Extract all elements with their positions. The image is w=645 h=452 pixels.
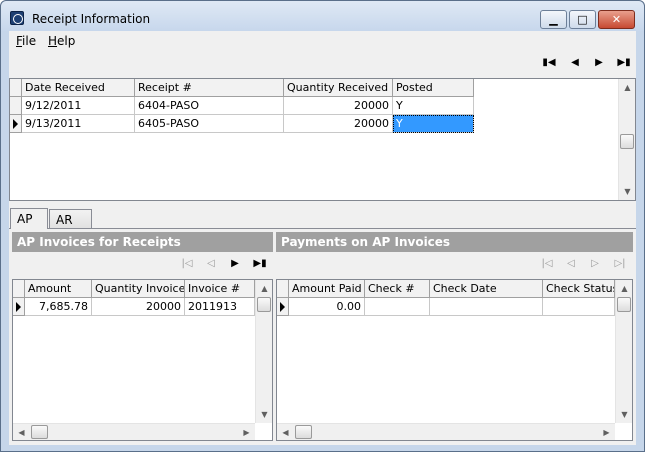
minimize-icon: ▁ — [549, 13, 558, 26]
previous-record-icon[interactable]: ◁ — [563, 256, 579, 272]
next-record-icon[interactable]: ▶ — [591, 55, 607, 71]
payments-panel-header: Payments on AP Invoices — [276, 232, 633, 252]
header-corner — [277, 280, 289, 298]
ap-vertical-scrollbar[interactable]: ▲ ▼ — [255, 280, 272, 423]
receipts-vertical-scrollbar[interactable]: ▲ ▼ — [618, 79, 635, 200]
row-header[interactable] — [10, 97, 22, 115]
current-row-header[interactable] — [277, 298, 289, 316]
table-cell[interactable] — [365, 298, 430, 316]
table-cell[interactable]: 20000 — [284, 97, 393, 115]
ap-horizontal-scrollbar[interactable]: ◀ ▶ — [13, 423, 255, 440]
row-pointer-icon — [16, 302, 21, 312]
scroll-up-icon[interactable]: ▲ — [616, 280, 633, 297]
table-cell[interactable] — [543, 298, 615, 316]
table-cell[interactable]: 20000 — [92, 298, 185, 316]
table-cell[interactable]: 9/13/2011 — [22, 115, 135, 133]
column-header[interactable]: Check Status — [543, 280, 615, 298]
table-cell[interactable]: Y — [393, 97, 474, 115]
scroll-thumb[interactable] — [620, 134, 634, 149]
menu-help[interactable]: Help — [48, 34, 75, 48]
scroll-thumb[interactable] — [617, 297, 631, 312]
receipts-grid[interactable]: Date Received Receipt # Quantity Receive… — [9, 78, 636, 201]
column-header[interactable]: Amount — [25, 280, 92, 298]
last-record-icon[interactable]: ▶▮ — [616, 55, 632, 71]
scroll-right-icon[interactable]: ▶ — [598, 424, 615, 441]
column-header[interactable]: Check Date — [430, 280, 543, 298]
scroll-left-icon[interactable]: ◀ — [13, 424, 30, 441]
table-cell[interactable] — [430, 298, 543, 316]
table-cell[interactable]: 6404-PASO — [135, 97, 284, 115]
scroll-right-icon[interactable]: ▶ — [238, 424, 255, 441]
column-header[interactable]: Check # — [365, 280, 430, 298]
column-header[interactable]: Quantity Invoiced — [92, 280, 185, 298]
table-cell[interactable]: 0.00 — [289, 298, 365, 316]
title-bar[interactable]: Receipt Information ▁ □ ✕ — [1, 1, 644, 31]
column-header[interactable]: Receipt # — [135, 79, 284, 97]
row-pointer-icon — [13, 119, 18, 129]
header-corner — [10, 79, 22, 97]
previous-record-icon[interactable]: ◁ — [203, 256, 219, 272]
ap-invoices-grid[interactable]: Amount Quantity Invoiced Invoice # 7,685… — [12, 279, 273, 441]
scroll-up-icon[interactable]: ▲ — [256, 280, 273, 297]
client-area: ▮◀ ◀ ▶ ▶▮ Date Received Receipt # Quanti… — [9, 51, 636, 445]
first-record-icon[interactable]: |◁ — [539, 256, 555, 272]
minimize-button[interactable]: ▁ — [540, 10, 567, 29]
table-cell[interactable]: 20000 — [284, 115, 393, 133]
tab-ap[interactable]: AP — [10, 208, 48, 229]
column-header[interactable]: Amount Paid — [289, 280, 365, 298]
maximize-icon: □ — [577, 13, 588, 26]
scroll-up-icon[interactable]: ▲ — [619, 79, 636, 96]
column-header[interactable]: Posted — [393, 79, 474, 97]
scroll-down-icon[interactable]: ▼ — [256, 406, 273, 423]
menu-bar: File Help — [9, 31, 636, 51]
previous-record-icon[interactable]: ◀ — [567, 55, 583, 71]
scroll-down-icon[interactable]: ▼ — [616, 406, 633, 423]
header-corner — [13, 280, 25, 298]
last-record-icon[interactable]: ▷| — [612, 256, 628, 272]
current-row-header[interactable] — [13, 298, 25, 316]
receipt-information-window: Receipt Information ▁ □ ✕ File Help ▮◀ ◀… — [0, 0, 645, 452]
first-record-icon[interactable]: |◁ — [179, 256, 195, 272]
current-row-header[interactable] — [10, 115, 22, 133]
selected-cell[interactable]: Y — [393, 115, 474, 133]
row-pointer-icon — [280, 302, 285, 312]
tab-ar[interactable]: AR — [49, 209, 92, 229]
table-cell[interactable]: 6405-PASO — [135, 115, 284, 133]
scroll-thumb[interactable] — [295, 425, 312, 439]
app-icon — [10, 11, 24, 25]
column-header[interactable]: Date Received — [22, 79, 135, 97]
scroll-thumb[interactable] — [257, 297, 271, 312]
next-record-icon[interactable]: ▶ — [227, 256, 243, 272]
close-icon: ✕ — [611, 13, 622, 26]
table-cell[interactable]: 9/12/2011 — [22, 97, 135, 115]
ap-invoices-panel-header: AP Invoices for Receipts — [12, 232, 273, 252]
payments-grid[interactable]: Amount Paid Check # Check Date Check Sta… — [276, 279, 633, 441]
payments-vertical-scrollbar[interactable]: ▲ ▼ — [615, 280, 632, 423]
column-header[interactable]: Quantity Received — [284, 79, 393, 97]
scroll-left-icon[interactable]: ◀ — [277, 424, 294, 441]
close-button[interactable]: ✕ — [598, 10, 635, 29]
payments-horizontal-scrollbar[interactable]: ◀ ▶ — [277, 423, 615, 440]
tab-page-ap: AP Invoices for Receipts |◁ ◁ ▶ ▶▮ Amoun… — [9, 228, 636, 445]
scroll-down-icon[interactable]: ▼ — [619, 183, 636, 200]
maximize-button[interactable]: □ — [569, 10, 596, 29]
window-title: Receipt Information — [32, 12, 151, 26]
column-header[interactable]: Invoice # — [185, 280, 255, 298]
first-record-icon[interactable]: ▮◀ — [541, 55, 557, 71]
next-record-icon[interactable]: ▷ — [587, 256, 603, 272]
menu-file[interactable]: File — [16, 34, 36, 48]
scroll-thumb[interactable] — [31, 425, 48, 439]
table-cell[interactable]: 7,685.78 — [25, 298, 92, 316]
last-record-icon[interactable]: ▶▮ — [252, 256, 268, 272]
table-cell[interactable]: 2011913 — [185, 298, 255, 316]
